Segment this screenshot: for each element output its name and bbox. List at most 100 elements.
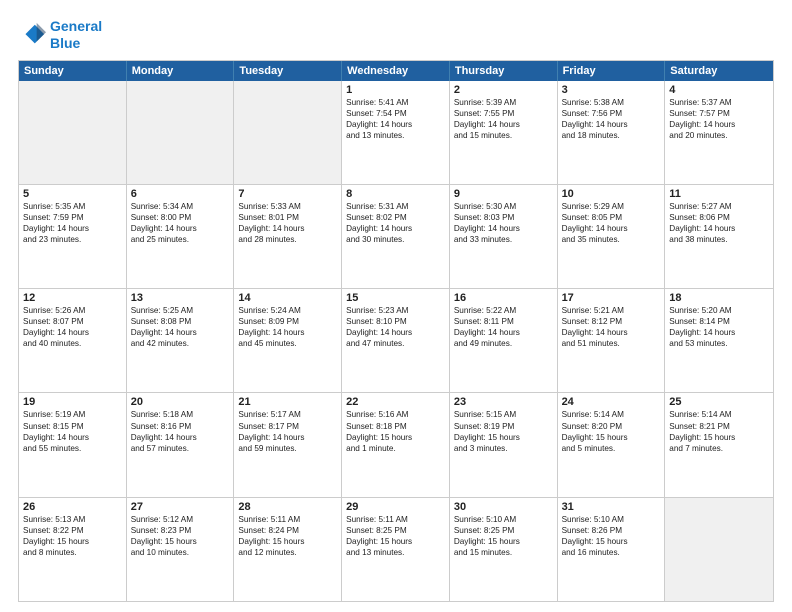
cell-line: Daylight: 14 hours: [669, 119, 769, 130]
cal-cell-16: 16Sunrise: 5:22 AMSunset: 8:11 PMDayligh…: [450, 289, 558, 392]
cell-line: and 13 minutes.: [346, 547, 445, 558]
cal-cell-21: 21Sunrise: 5:17 AMSunset: 8:17 PMDayligh…: [234, 393, 342, 496]
cal-cell-6: 6Sunrise: 5:34 AMSunset: 8:00 PMDaylight…: [127, 185, 235, 288]
cell-line: Sunrise: 5:30 AM: [454, 201, 553, 212]
cell-line: Daylight: 15 hours: [346, 536, 445, 547]
cell-line: Sunrise: 5:35 AM: [23, 201, 122, 212]
cell-line: and 57 minutes.: [131, 443, 230, 454]
cell-line: and 13 minutes.: [346, 130, 445, 141]
cell-line: Sunrise: 5:23 AM: [346, 305, 445, 316]
cell-line: and 1 minute.: [346, 443, 445, 454]
day-number: 24: [562, 396, 661, 408]
cal-cell-4: 4Sunrise: 5:37 AMSunset: 7:57 PMDaylight…: [665, 81, 773, 184]
cell-line: Sunset: 8:08 PM: [131, 316, 230, 327]
cell-line: Sunset: 7:54 PM: [346, 108, 445, 119]
cal-cell-1: 1Sunrise: 5:41 AMSunset: 7:54 PMDaylight…: [342, 81, 450, 184]
calendar: SundayMondayTuesdayWednesdayThursdayFrid…: [18, 60, 774, 602]
cell-line: Sunrise: 5:29 AM: [562, 201, 661, 212]
cal-cell-5: 5Sunrise: 5:35 AMSunset: 7:59 PMDaylight…: [19, 185, 127, 288]
day-number: 31: [562, 501, 661, 513]
cell-line: and 30 minutes.: [346, 234, 445, 245]
cell-line: Sunrise: 5:15 AM: [454, 409, 553, 420]
day-number: 23: [454, 396, 553, 408]
cell-line: and 18 minutes.: [562, 130, 661, 141]
cell-line: Daylight: 14 hours: [454, 327, 553, 338]
cell-line: Sunset: 8:22 PM: [23, 525, 122, 536]
cell-line: Sunrise: 5:11 AM: [346, 514, 445, 525]
cal-cell-10: 10Sunrise: 5:29 AMSunset: 8:05 PMDayligh…: [558, 185, 666, 288]
cal-cell-30: 30Sunrise: 5:10 AMSunset: 8:25 PMDayligh…: [450, 498, 558, 601]
cell-line: Sunset: 8:24 PM: [238, 525, 337, 536]
day-number: 27: [131, 501, 230, 513]
cal-cell-29: 29Sunrise: 5:11 AMSunset: 8:25 PMDayligh…: [342, 498, 450, 601]
cell-line: and 10 minutes.: [131, 547, 230, 558]
cal-cell-20: 20Sunrise: 5:18 AMSunset: 8:16 PMDayligh…: [127, 393, 235, 496]
logo-text: General Blue: [50, 18, 102, 52]
cell-line: Daylight: 14 hours: [238, 327, 337, 338]
cell-line: and 33 minutes.: [454, 234, 553, 245]
cell-line: and 5 minutes.: [562, 443, 661, 454]
cell-line: Sunset: 8:03 PM: [454, 212, 553, 223]
day-number: 26: [23, 501, 122, 513]
cal-cell-empty-0-1: [127, 81, 235, 184]
day-number: 17: [562, 292, 661, 304]
cell-line: Sunrise: 5:18 AM: [131, 409, 230, 420]
cell-line: Sunrise: 5:39 AM: [454, 97, 553, 108]
cell-line: Sunrise: 5:12 AM: [131, 514, 230, 525]
cell-line: and 20 minutes.: [669, 130, 769, 141]
cell-line: Sunrise: 5:26 AM: [23, 305, 122, 316]
day-number: 30: [454, 501, 553, 513]
cell-line: Sunrise: 5:41 AM: [346, 97, 445, 108]
cell-line: Daylight: 15 hours: [454, 432, 553, 443]
cell-line: Sunrise: 5:24 AM: [238, 305, 337, 316]
cal-cell-empty-0-0: [19, 81, 127, 184]
calendar-body: 1Sunrise: 5:41 AMSunset: 7:54 PM Daylight…: [19, 81, 773, 601]
day-number: 3: [562, 84, 661, 96]
cell-line: Daylight: 15 hours: [23, 536, 122, 547]
cal-cell-3: 3Sunrise: 5:38 AMSunset: 7:56 PMDaylight…: [558, 81, 666, 184]
cell-line: and 49 minutes.: [454, 338, 553, 349]
day-number: 5: [23, 188, 122, 200]
cell-line: Sunset: 8:16 PM: [131, 421, 230, 432]
header-day-thursday: Thursday: [450, 61, 558, 81]
day-number: 11: [669, 188, 769, 200]
cal-cell-8: 8Sunrise: 5:31 AMSunset: 8:02 PMDaylight…: [342, 185, 450, 288]
cell-line: and 7 minutes.: [669, 443, 769, 454]
cell-line: Sunset: 8:26 PM: [562, 525, 661, 536]
cell-line: and 8 minutes.: [23, 547, 122, 558]
cell-line: and 55 minutes.: [23, 443, 122, 454]
cell-line: Daylight: 15 hours: [562, 536, 661, 547]
cell-line: Daylight: 14 hours: [131, 327, 230, 338]
day-number: 21: [238, 396, 337, 408]
cal-cell-19: 19Sunrise: 5:19 AMSunset: 8:15 PMDayligh…: [19, 393, 127, 496]
day-number: 6: [131, 188, 230, 200]
day-number: 1: [346, 84, 445, 96]
cell-line: Daylight: 14 hours: [346, 223, 445, 234]
cell-line: Sunset: 8:05 PM: [562, 212, 661, 223]
cell-line: Sunset: 8:19 PM: [454, 421, 553, 432]
cal-cell-23: 23Sunrise: 5:15 AMSunset: 8:19 PMDayligh…: [450, 393, 558, 496]
cell-line: Sunset: 8:23 PM: [131, 525, 230, 536]
cell-line: Daylight: 14 hours: [454, 223, 553, 234]
cal-cell-25: 25Sunrise: 5:14 AMSunset: 8:21 PMDayligh…: [665, 393, 773, 496]
day-number: 22: [346, 396, 445, 408]
day-number: 18: [669, 292, 769, 304]
cell-line: and 15 minutes.: [454, 130, 553, 141]
cell-line: Daylight: 14 hours: [23, 327, 122, 338]
cal-cell-empty-4-6: [665, 498, 773, 601]
day-number: 25: [669, 396, 769, 408]
cell-line: Sunset: 8:00 PM: [131, 212, 230, 223]
header-day-wednesday: Wednesday: [342, 61, 450, 81]
cal-cell-15: 15Sunrise: 5:23 AMSunset: 8:10 PMDayligh…: [342, 289, 450, 392]
cal-cell-2: 2Sunrise: 5:39 AMSunset: 7:55 PMDaylight…: [450, 81, 558, 184]
cell-line: Sunset: 8:12 PM: [562, 316, 661, 327]
cell-line: and 59 minutes.: [238, 443, 337, 454]
cell-line: and 16 minutes.: [562, 547, 661, 558]
cell-line: Daylight: 14 hours: [131, 223, 230, 234]
cal-cell-24: 24Sunrise: 5:14 AMSunset: 8:20 PMDayligh…: [558, 393, 666, 496]
cell-line: Sunset: 8:18 PM: [346, 421, 445, 432]
page: General Blue SundayMondayTuesdayWednesda…: [0, 0, 792, 612]
cal-cell-27: 27Sunrise: 5:12 AMSunset: 8:23 PMDayligh…: [127, 498, 235, 601]
cell-line: Sunrise: 5:33 AM: [238, 201, 337, 212]
header-day-tuesday: Tuesday: [234, 61, 342, 81]
